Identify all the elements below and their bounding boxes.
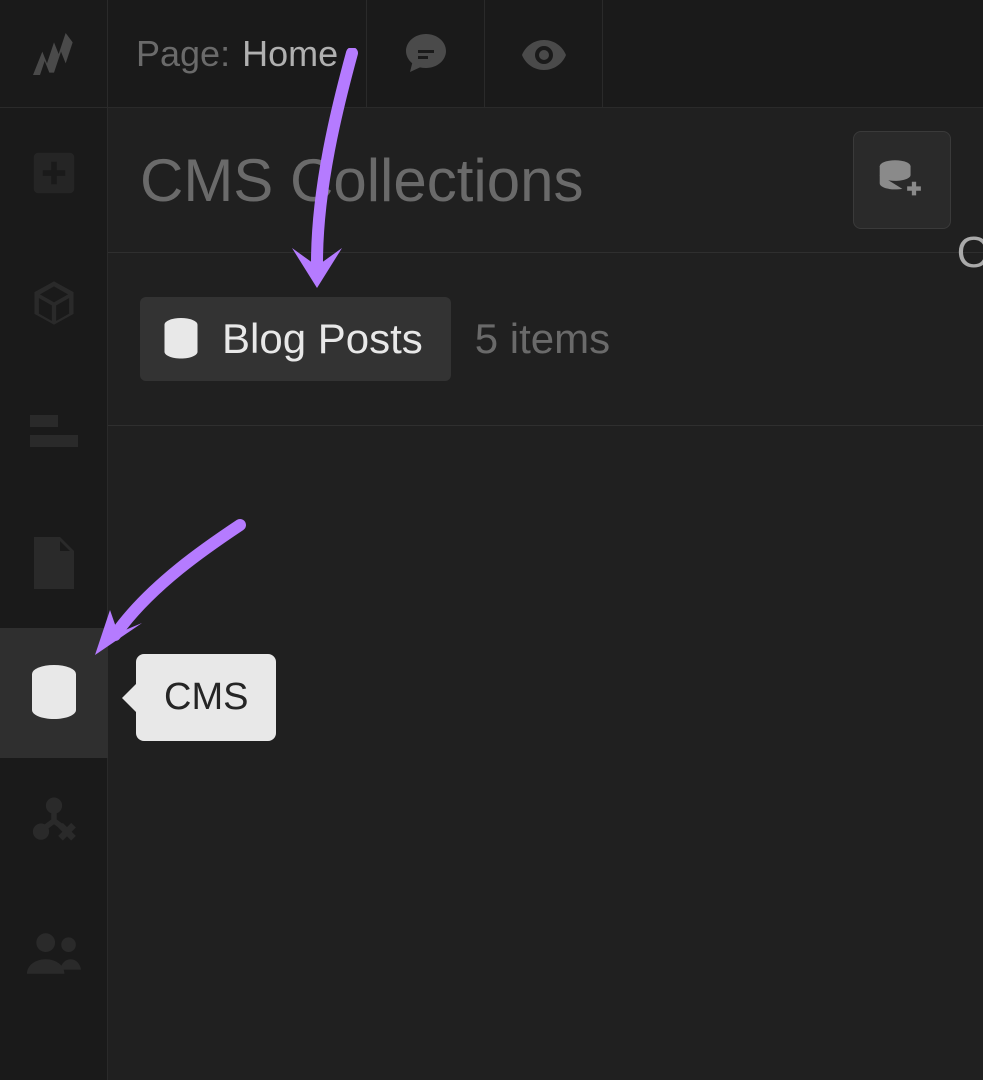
tooltip-label: CMS — [164, 676, 248, 718]
cube-icon — [28, 277, 80, 329]
sidebar-item-navigator[interactable] — [0, 368, 108, 498]
panel-header: CMS Collections — [108, 108, 983, 253]
add-icon — [27, 146, 81, 200]
cms-panel: CMS Collections Blog Posts 5 items — [108, 108, 983, 1080]
sidebar-item-users[interactable] — [0, 888, 108, 1018]
logic-icon — [28, 797, 80, 849]
cms-tooltip: CMS — [136, 654, 276, 741]
page-value: Home — [242, 33, 338, 75]
page-selector[interactable]: Page: Home — [108, 0, 367, 108]
database-icon — [29, 665, 79, 721]
database-icon — [162, 318, 200, 360]
sidebar-item-pages[interactable] — [0, 498, 108, 628]
collection-list: Blog Posts 5 items — [108, 253, 983, 426]
sidebar-item-cms[interactable] — [0, 628, 108, 758]
webflow-logo[interactable] — [0, 0, 108, 108]
comment-icon — [402, 30, 450, 78]
comments-button[interactable] — [367, 0, 485, 108]
left-sidebar — [0, 108, 108, 1080]
topbar: Page: Home — [0, 0, 983, 108]
page-label: Page: — [136, 33, 230, 75]
eye-icon — [520, 30, 568, 78]
preview-button[interactable] — [485, 0, 603, 108]
collection-row[interactable]: Blog Posts 5 items — [108, 275, 983, 403]
sidebar-item-add[interactable] — [0, 108, 108, 238]
edge-text: O — [957, 228, 983, 278]
layout-icon — [30, 414, 78, 452]
sidebar-item-logic[interactable] — [0, 758, 108, 888]
panel-title: CMS Collections — [140, 146, 583, 215]
collection-count: 5 items — [475, 315, 610, 363]
database-plus-icon — [878, 158, 926, 202]
sidebar-item-components[interactable] — [0, 238, 108, 368]
page-icon — [33, 537, 75, 589]
collection-name: Blog Posts — [222, 315, 423, 363]
collection-chip: Blog Posts — [140, 297, 451, 381]
add-collection-button[interactable] — [853, 131, 951, 229]
users-icon — [27, 931, 81, 975]
